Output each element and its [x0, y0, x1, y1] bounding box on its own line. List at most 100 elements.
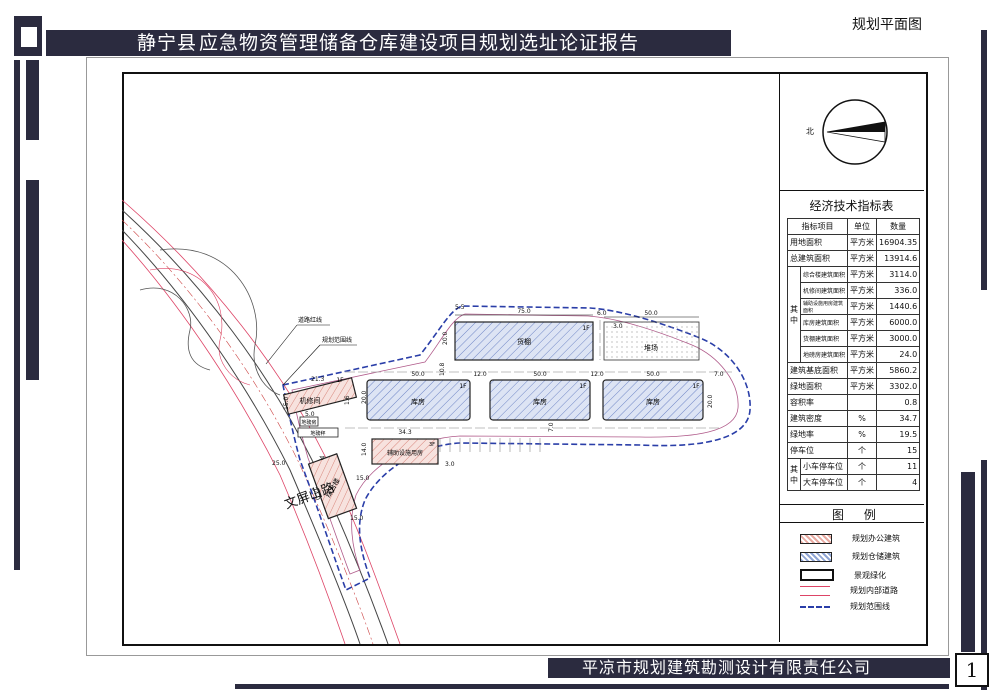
svg-text:7.0: 7.0	[714, 371, 724, 378]
svg-text:20.0: 20.0	[361, 390, 368, 404]
legend-swatch-green	[800, 569, 834, 581]
label-warehouse-1: 库房	[411, 397, 425, 406]
north-compass	[822, 99, 888, 165]
legend-item: 景观绿化	[800, 569, 886, 581]
legend-swatch-office	[800, 533, 832, 544]
svg-text:6.0: 6.0	[597, 310, 607, 317]
svg-text:15.0: 15.0	[283, 396, 290, 410]
legend-item: 规划范围线	[800, 601, 890, 612]
table-row: 建筑密度% 34.7	[786, 410, 921, 427]
table-row: 辅助设施用房建筑面积 平方米 1440.6	[788, 298, 921, 315]
floor-warehouse-3: 1F	[692, 383, 700, 390]
legend-swatch-boundary	[800, 605, 830, 608]
label-warehouse-2: 库房	[533, 397, 547, 406]
legend-divider	[780, 522, 924, 523]
header-item: 指标项目	[786, 218, 849, 235]
left-deco-bar-2	[26, 60, 39, 140]
legend-title: 图 例	[832, 508, 884, 522]
svg-text:20.0: 20.0	[707, 394, 714, 408]
floor-office: 3F	[319, 456, 325, 462]
table-row: 大车停车位个 4	[788, 474, 921, 491]
table-row: 用地面积 平方米 16904.35	[786, 234, 921, 251]
right-deco-bar-2	[981, 30, 987, 290]
legend-label: 规划仓储建筑	[852, 552, 900, 561]
label-scale: 地磅秤	[310, 430, 325, 437]
svg-text:15.0: 15.0	[350, 515, 364, 522]
footer-bar: 平凉市规划建筑勘测设计有限责任公司	[548, 658, 950, 678]
svg-text:50.0: 50.0	[646, 371, 660, 378]
svg-text:20.0: 20.0	[442, 331, 449, 345]
label-repair: 机修间	[300, 396, 321, 405]
tech-indicator-table: 指标项目 单位 数量 用地面积 平方米 16904.35 总建筑面积 平方米 13914…	[786, 218, 921, 491]
header-value: 数量	[876, 218, 921, 235]
legend-label: 规划办公建筑	[852, 534, 900, 543]
site-plan: 货棚 1F 堆场 库房 1F 库房 1F 库房 1F 机修间 1F 地磅房 地磅…	[122, 199, 751, 644]
label-scale-house: 地磅房	[301, 419, 316, 426]
svg-text:10.8: 10.8	[439, 362, 446, 376]
table-title: 经济技术指标表	[809, 199, 894, 213]
floor-aux: 3F	[429, 442, 435, 448]
header-unit: 单位	[847, 218, 878, 235]
svg-text:21.3: 21.3	[311, 376, 325, 383]
table-row: 容积率 0.8	[786, 394, 921, 411]
floor-warehouse-2: 1F	[579, 383, 587, 390]
svg-text:3.0: 3.0	[613, 323, 623, 330]
callout-road-redline: 道路红线	[298, 316, 322, 324]
north-label: 北	[806, 127, 814, 136]
legend-label: 规划内部道路	[850, 586, 898, 595]
svg-text:5.5: 5.5	[455, 304, 465, 311]
svg-text:50.0: 50.0	[644, 310, 658, 317]
svg-text:75.0: 75.0	[517, 308, 531, 315]
label-shed: 货棚	[517, 337, 531, 346]
table-row: 库房建筑面积 平方米 6000.0	[788, 314, 921, 331]
legend-swatch-road	[800, 585, 830, 596]
side-road-1	[139, 287, 211, 371]
table-row: 建筑基底面积 平方米 5860.2	[786, 362, 921, 379]
legend-item: 规划办公建筑	[800, 533, 900, 544]
svg-text:3.0: 3.0	[445, 461, 455, 468]
legend-label: 规划范围线	[850, 602, 890, 611]
drawing-name: 规划平面图	[852, 17, 922, 33]
floor-warehouse-1: 1F	[459, 383, 467, 390]
svg-text:1.6: 1.6	[344, 395, 351, 405]
title-main: 应急物资管理储备仓库建设项目规划选址论证报告	[199, 32, 640, 54]
table-header-row: 指标项目 单位 数量	[786, 218, 921, 235]
table-row: 绿地率% 19.5	[786, 426, 921, 443]
corner-mark-inner	[20, 26, 38, 48]
label-aux: 辅助设施用房	[387, 449, 423, 457]
legend-label: 景观绿化	[854, 570, 886, 580]
callout-planning-boundary: 规划范围线	[322, 336, 352, 344]
legend-top-divider	[780, 504, 924, 505]
table-row: 其中 小车停车位个 11	[787, 458, 921, 491]
table-row: 绿地面积 平方米 3302.0	[786, 378, 921, 395]
compass-divider	[780, 190, 924, 191]
table-row: 总建筑面积 平方米 13914.6	[786, 250, 921, 267]
svg-text:34.3: 34.3	[398, 429, 412, 436]
legend-swatch-storage	[800, 551, 832, 562]
table-row: 其中 综合楼建筑面积 平方米 3114.0	[787, 266, 921, 363]
svg-text:12.0: 12.0	[473, 371, 487, 378]
page-title: 静宁县 应急物资管理储备仓库建设项目规划选址论证报告	[135, 30, 639, 56]
company-name: 平凉市规划建筑勘测设计有限责任公司	[582, 658, 872, 677]
svg-text:5.0: 5.0	[305, 411, 315, 418]
svg-text:14.0: 14.0	[361, 442, 368, 456]
label-warehouse-3: 库房	[646, 397, 660, 406]
table-row: 货棚建筑面积 平方米 3000.0	[788, 330, 921, 347]
table-row: 停车位个 15	[786, 442, 921, 459]
svg-text:50.0: 50.0	[533, 371, 547, 378]
legend-item: 规划内部道路	[800, 585, 898, 596]
svg-text:15.0: 15.0	[356, 475, 370, 482]
legend-item: 规划仓储建筑	[800, 551, 900, 562]
road-edge-east	[122, 209, 389, 644]
floor-shed: 1F	[582, 325, 590, 332]
label-yard: 堆场	[644, 343, 658, 352]
svg-text:12.0: 12.0	[590, 371, 604, 378]
side-road-2	[149, 268, 251, 386]
left-deco-bar	[14, 60, 20, 570]
table-row: 地磅房建筑面积 平方米 24.0	[788, 346, 921, 363]
svg-text:25.0: 25.0	[272, 460, 286, 467]
title-county: 静宁县	[135, 30, 200, 56]
road-redline-east	[122, 199, 401, 644]
parking-spaces	[439, 438, 541, 452]
bottom-deco-bar	[235, 684, 949, 689]
